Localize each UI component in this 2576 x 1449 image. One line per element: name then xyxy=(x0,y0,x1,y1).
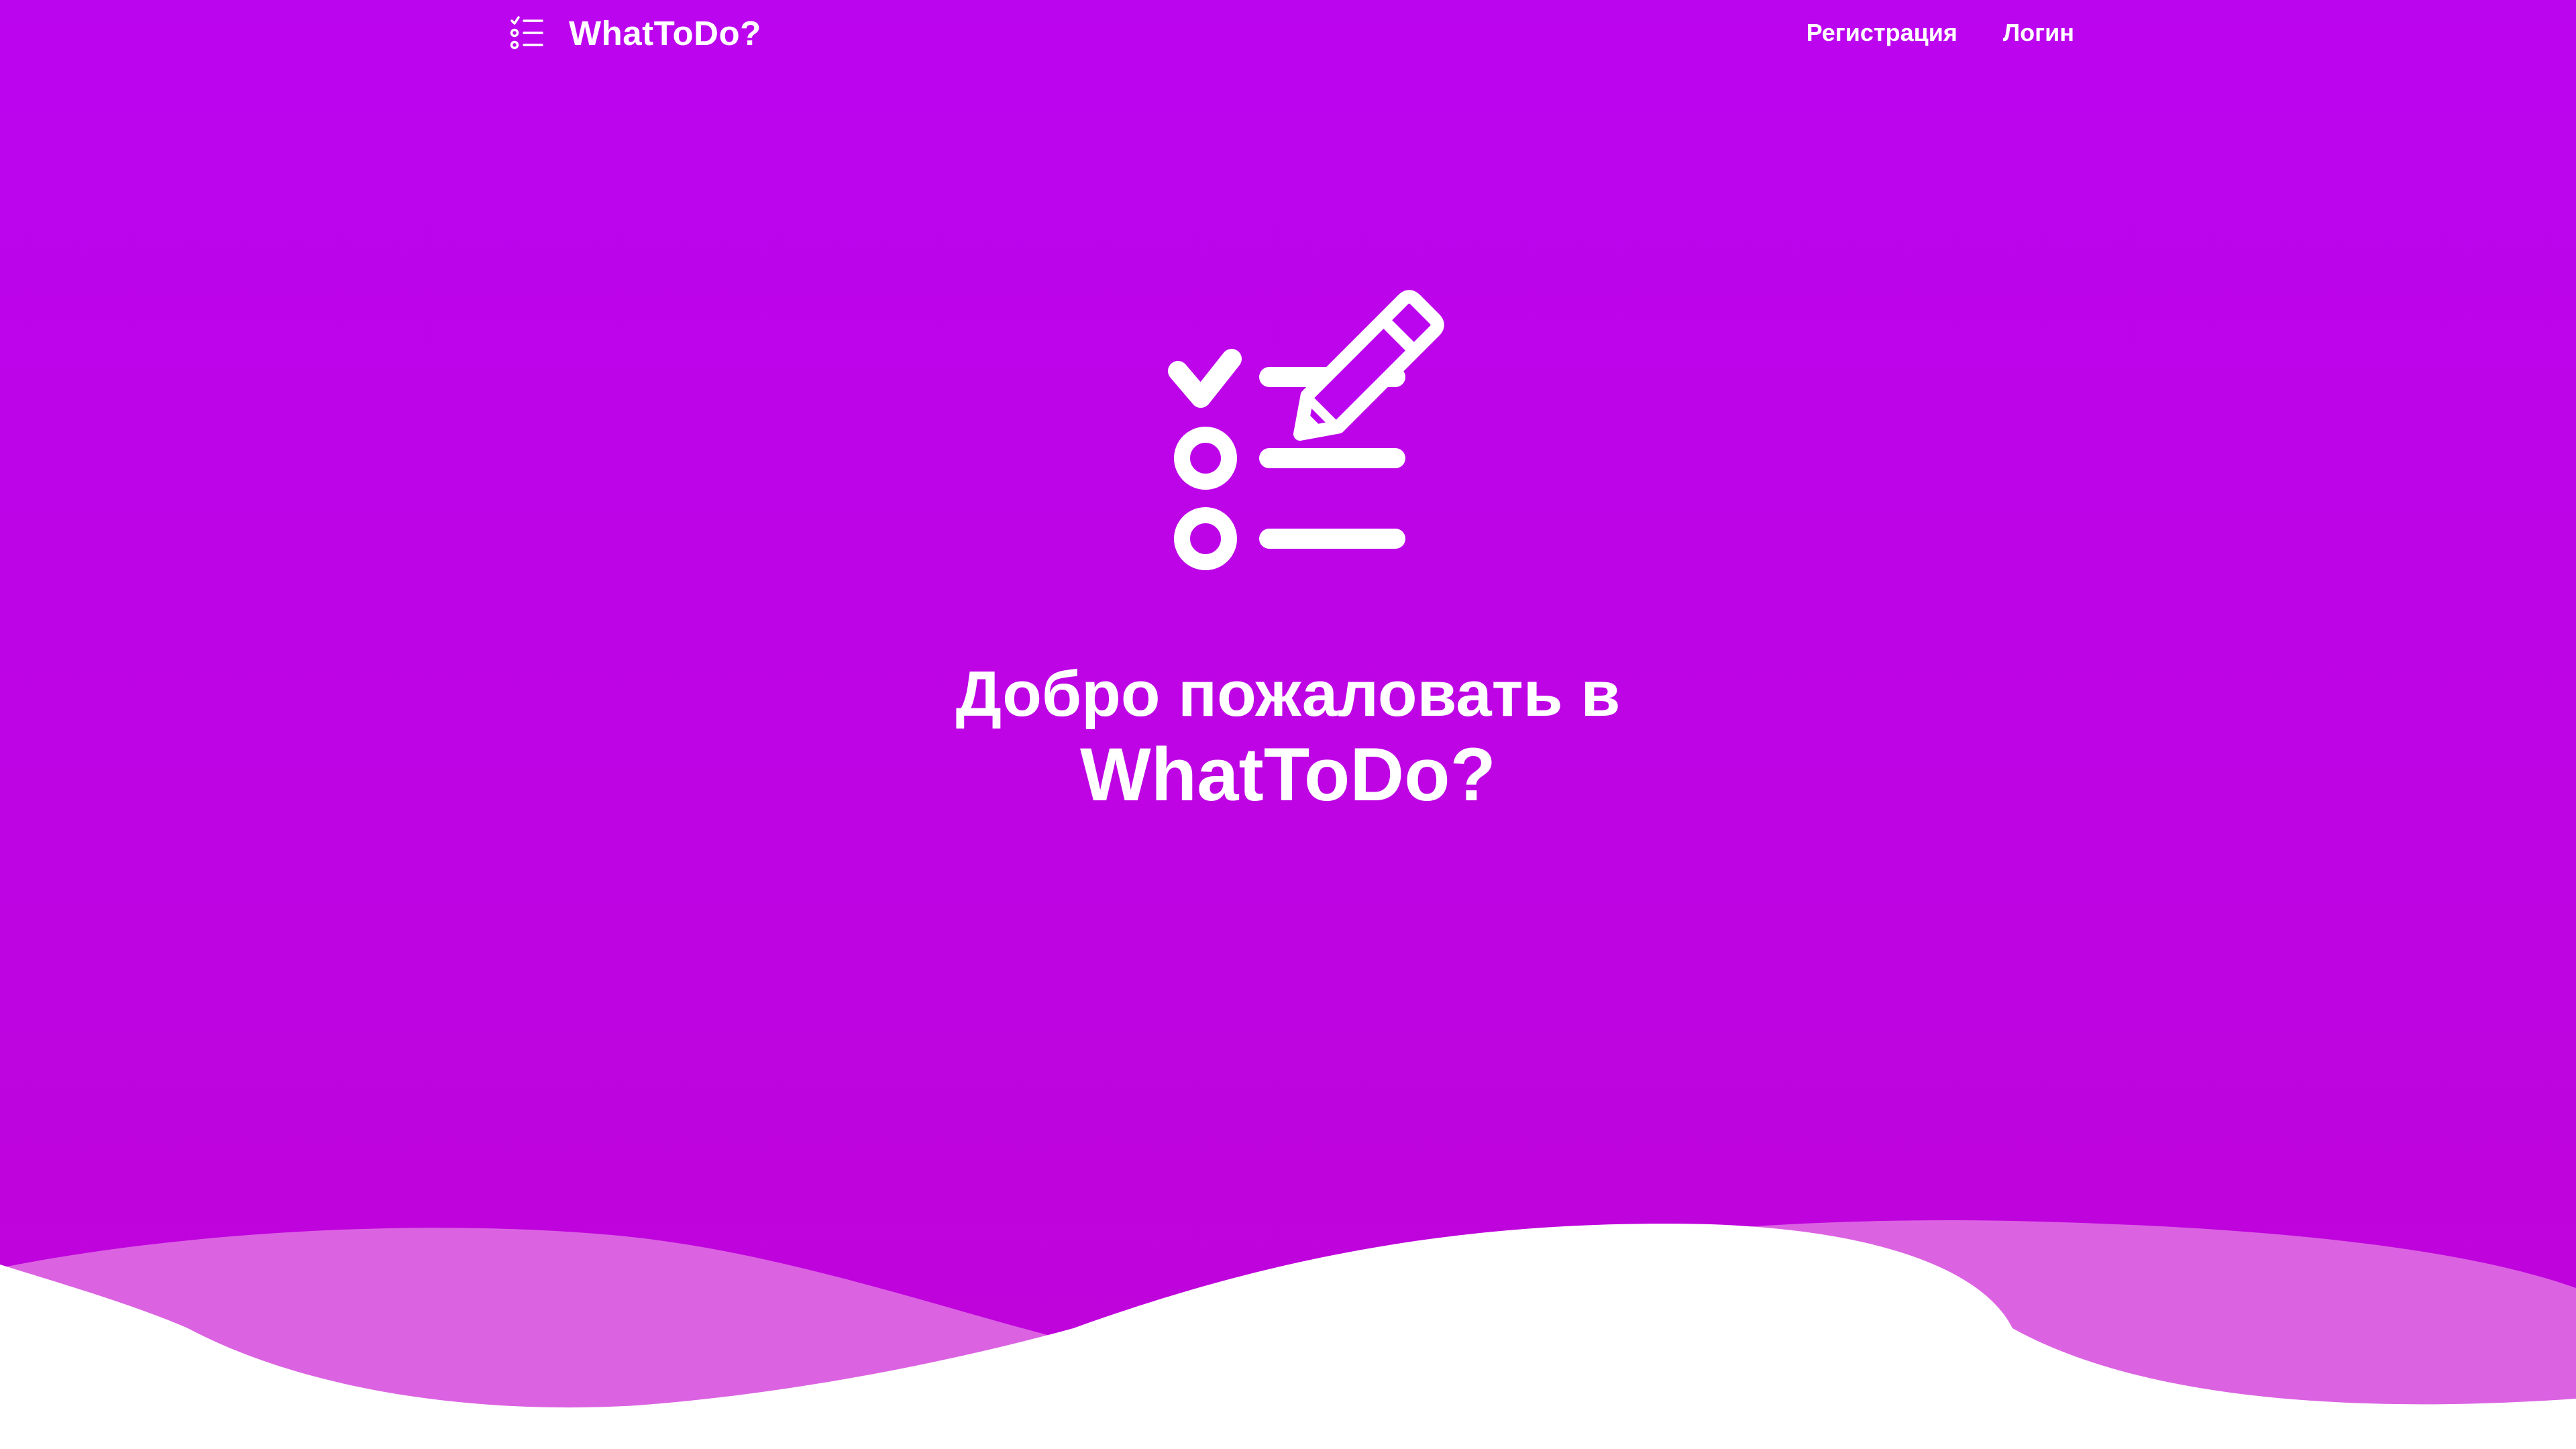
welcome-heading-line1: Добро пожаловать в xyxy=(955,658,1621,730)
brand-link[interactable]: WhatToDo? xyxy=(510,9,761,56)
decorative-waves xyxy=(0,1220,2576,1449)
checklist-icon xyxy=(510,16,543,50)
login-link[interactable]: Логин xyxy=(2003,19,2074,47)
brand-name: WhatToDo? xyxy=(569,13,761,52)
navbar: WhatToDo? Регистрация Логин xyxy=(0,0,2576,64)
welcome-heading-line2: WhatToDo? xyxy=(1080,733,1496,816)
welcome-heading: Добро пожаловать в WhatToDo? xyxy=(751,654,1825,815)
nav-links: Регистрация Логин xyxy=(1761,9,2074,56)
checklist-edit-icon xyxy=(1168,290,1444,570)
register-link[interactable]: Регистрация xyxy=(1807,19,1957,47)
